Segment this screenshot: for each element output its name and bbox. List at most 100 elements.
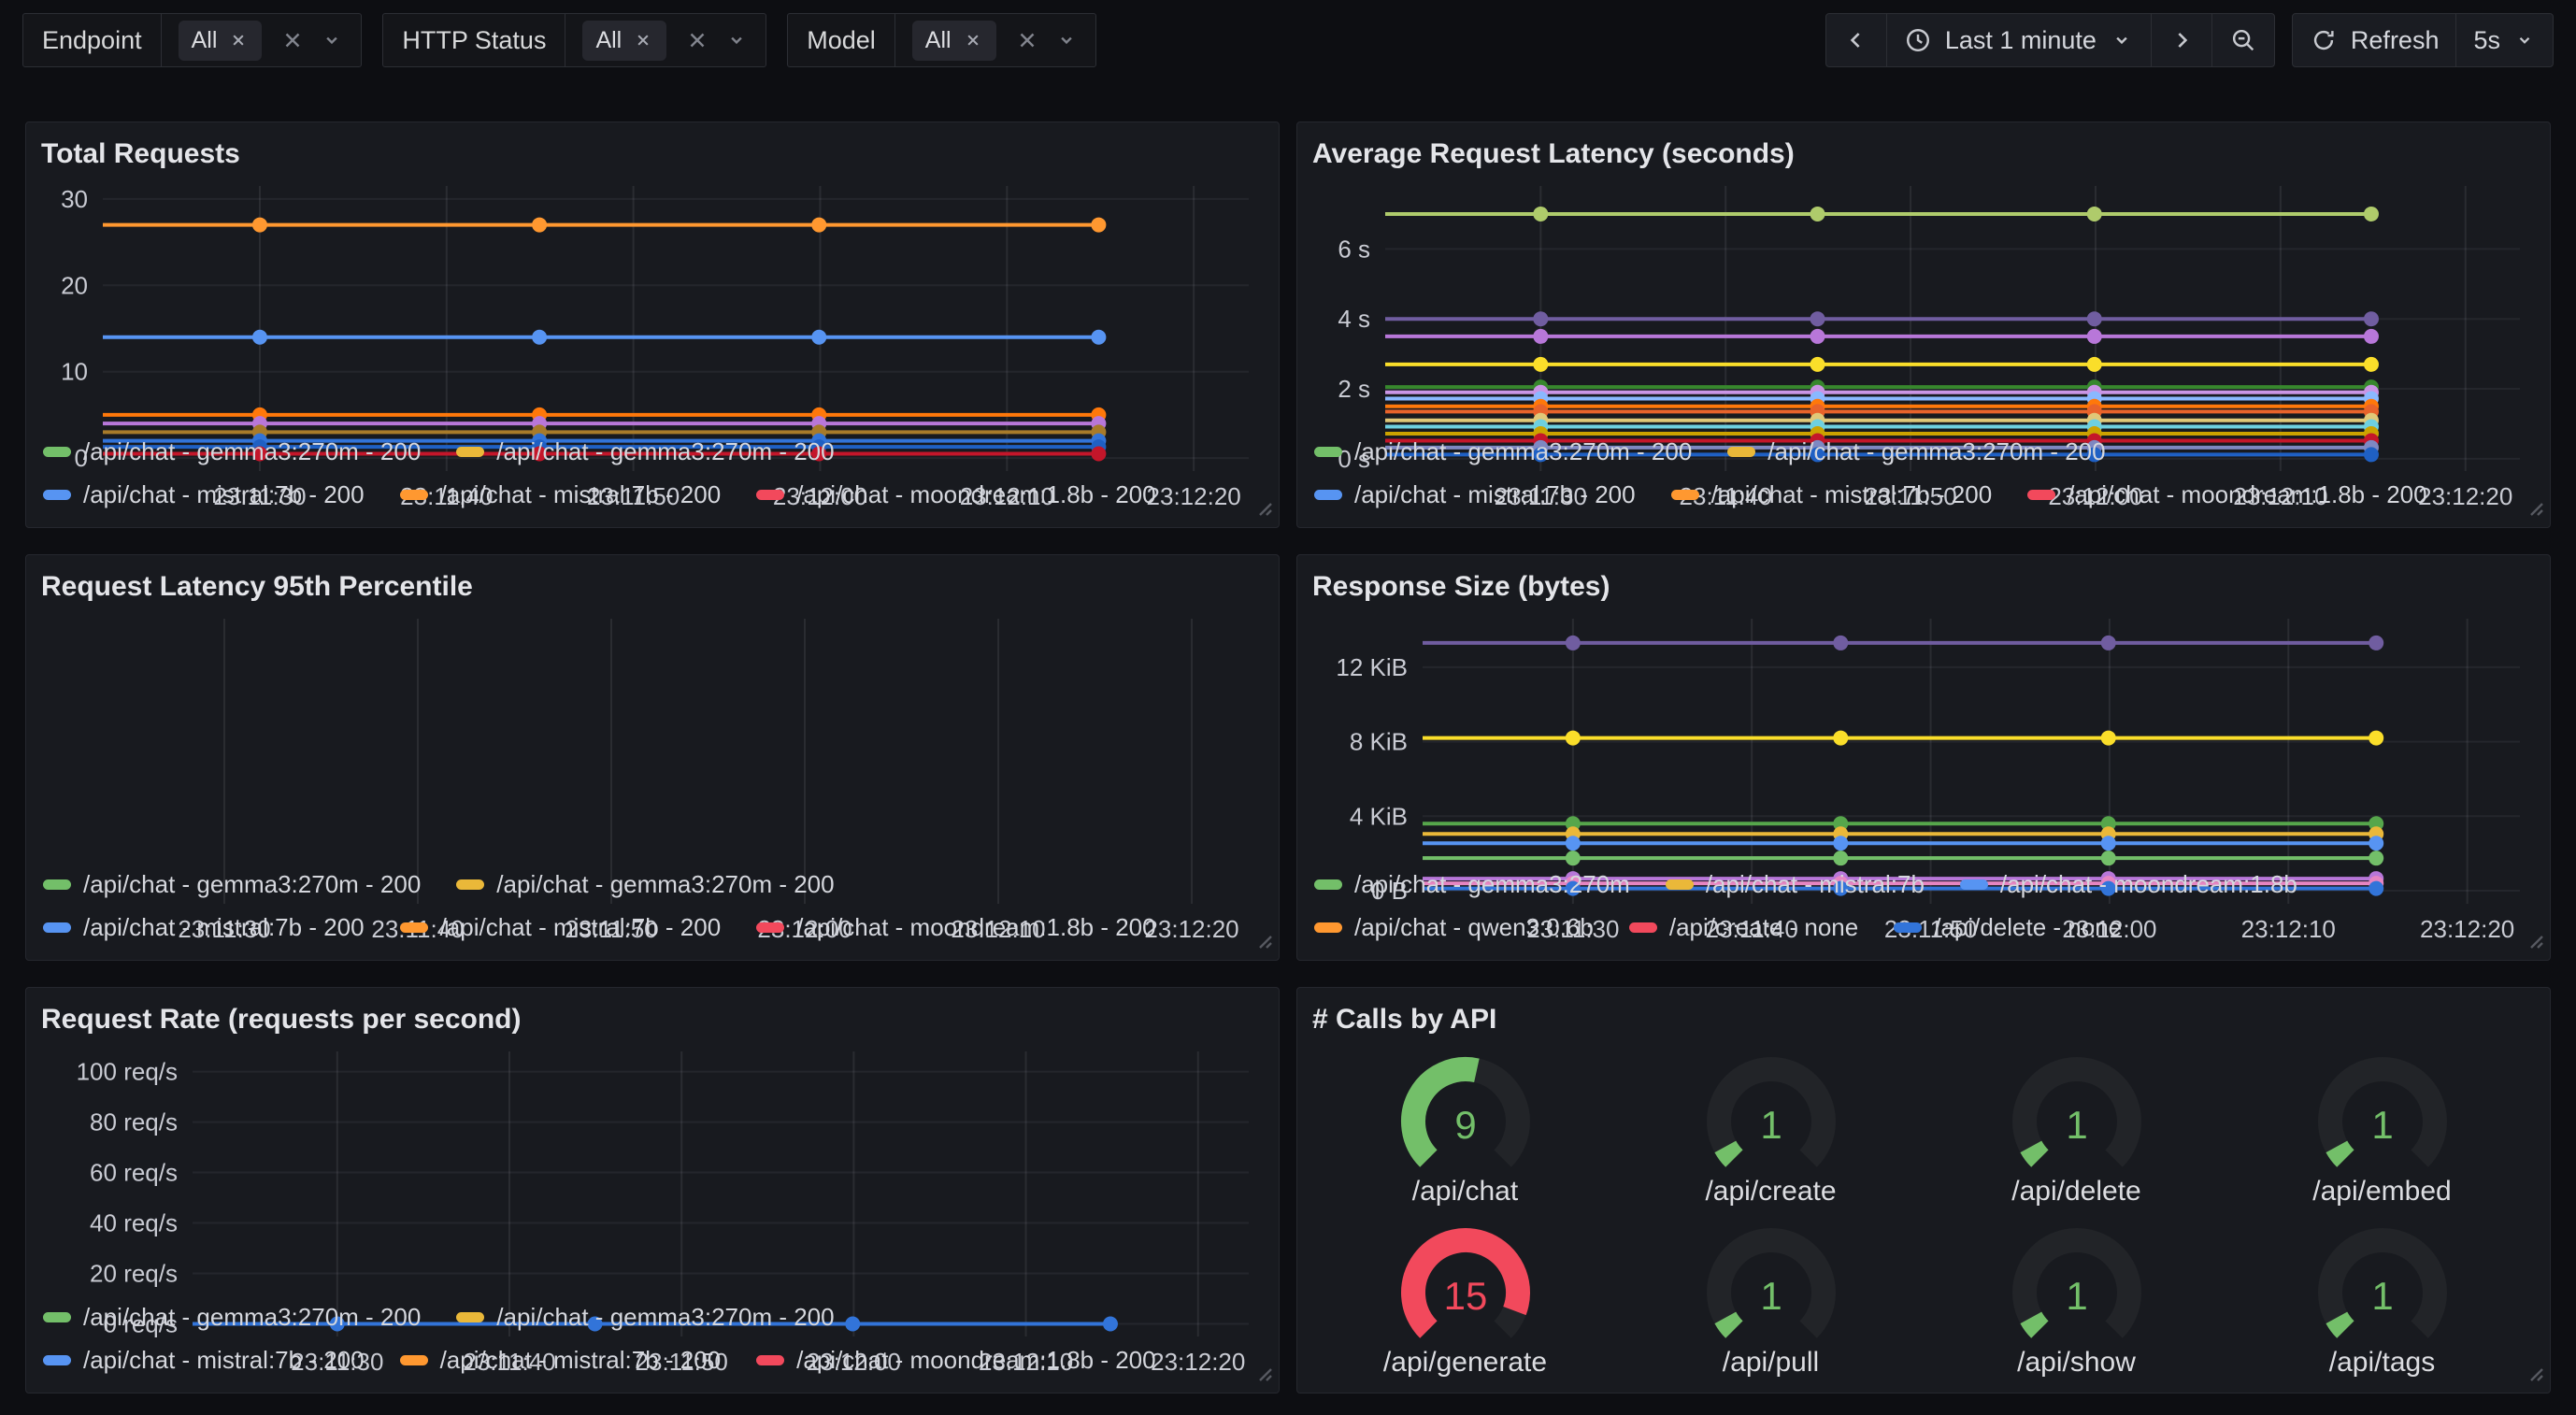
legend-item[interactable]: /api/chat - gemma3:270m - 200 <box>456 437 834 466</box>
legend-item[interactable]: /api/chat - mistral:7b - 200 <box>400 480 722 509</box>
legend-item[interactable]: /api/chat - mistral:7b <box>1666 870 1925 899</box>
legend-swatch <box>456 1312 484 1322</box>
legend-item[interactable]: /api/chat - moondream:1.8b - 200 <box>756 1346 1155 1375</box>
clear-selection-icon[interactable] <box>1015 28 1039 52</box>
gauge-value: 15 <box>1443 1274 1487 1318</box>
chevron-down-icon[interactable] <box>724 28 749 52</box>
average-latency-plot[interactable]: 23:11:3023:11:4023:11:5023:12:0023:12:10… <box>1312 175 2535 428</box>
legend-item[interactable]: /api/chat - moondream:1.8b <box>1960 870 2297 899</box>
clear-selection-icon[interactable] <box>280 28 305 52</box>
panel-resize-handle[interactable] <box>1253 497 1274 522</box>
legend-item[interactable]: /api/delete - none <box>1894 913 2122 942</box>
panel-title[interactable]: # Calls by API <box>1312 999 2535 1040</box>
legend-label: /api/chat - gemma3:270m - 200 <box>496 870 834 899</box>
time-range-picker-button[interactable]: Last 1 minute <box>1886 13 2152 67</box>
legend-item[interactable]: /api/chat - gemma3:270m - 200 <box>456 1303 834 1332</box>
total-requests-plot[interactable]: 23:11:3023:11:4023:11:5023:12:0023:12:10… <box>41 175 1264 428</box>
legend-swatch <box>1671 490 1699 500</box>
chip-remove-icon[interactable] <box>228 30 249 50</box>
panel-title[interactable]: Response Size (bytes) <box>1312 566 2535 607</box>
legend-item[interactable]: /api/create - none <box>1629 913 1858 942</box>
panel-resize-handle[interactable] <box>2525 1363 2545 1388</box>
legend-item[interactable]: /api/chat - mistral:7b - 200 <box>43 913 365 942</box>
svg-text:40 req/s: 40 req/s <box>90 1209 178 1237</box>
legend-swatch <box>1894 922 1922 933</box>
legend-label: /api/chat - mistral:7b <box>1706 870 1925 899</box>
legend-swatch <box>1314 879 1342 890</box>
filter-http-status-label: HTTP Status <box>383 14 565 66</box>
time-range-label: Last 1 minute <box>1945 26 2097 55</box>
legend-item[interactable]: /api/chat - mistral:7b - 200 <box>400 1346 722 1375</box>
latency-p95-plot[interactable]: 23:11:3023:11:4023:11:5023:12:0023:12:10… <box>41 607 1264 861</box>
clear-selection-icon[interactable] <box>685 28 709 52</box>
filter-endpoint-value[interactable]: All <box>161 14 362 66</box>
legend-swatch <box>43 1355 71 1365</box>
zoom-out-time-button[interactable] <box>2211 13 2275 67</box>
time-shift-back-button[interactable] <box>1825 13 1887 67</box>
panel-resize-handle[interactable] <box>2525 497 2545 522</box>
panel-resize-handle[interactable] <box>1253 930 1274 955</box>
chip-remove-icon[interactable] <box>963 30 983 50</box>
gauge-/api/pull: 1/api/pull <box>1618 1211 1924 1382</box>
filter-model-value[interactable]: All <box>894 14 1095 66</box>
response-size-plot[interactable]: 23:11:3023:11:4023:11:5023:12:0023:12:10… <box>1312 607 2535 861</box>
svg-text:80 req/s: 80 req/s <box>90 1108 178 1136</box>
time-shift-forward-button[interactable] <box>2151 13 2212 67</box>
filter-http-status-chip[interactable]: All <box>582 21 666 61</box>
legend-item[interactable]: /api/chat - mistral:7b - 200 <box>1314 480 1636 509</box>
refresh-icon <box>2310 26 2338 54</box>
legend-item[interactable]: /api/chat - mistral:7b - 200 <box>400 913 722 942</box>
legend-swatch <box>43 1312 71 1322</box>
legend-label: /api/chat - mistral:7b - 200 <box>440 913 722 942</box>
legend-item[interactable]: /api/chat - gemma3:270m - 200 <box>456 870 834 899</box>
filter-model-chip[interactable]: All <box>912 21 996 61</box>
legend-swatch <box>1666 879 1694 890</box>
legend-label: /api/chat - qwen3:0.6b <box>1354 913 1594 942</box>
legend-item[interactable]: /api/chat - qwen3:0.6b <box>1314 913 1594 942</box>
variable-filters: Endpoint All HTTP <box>22 13 1096 67</box>
svg-text:6 s: 6 s <box>1338 235 1370 263</box>
legend-label: /api/chat - gemma3:270m - 200 <box>83 1303 421 1332</box>
filter-http-status-value[interactable]: All <box>565 14 766 66</box>
legend-label: /api/create - none <box>1669 913 1858 942</box>
legend-item[interactable]: /api/chat - moondream:1.8b - 200 <box>756 913 1155 942</box>
legend-item[interactable]: /api/chat - gemma3:270m - 200 <box>1727 437 2105 466</box>
svg-text:8 KiB: 8 KiB <box>1350 728 1408 756</box>
legend-item[interactable]: /api/chat - gemma3:270m - 200 <box>43 1303 421 1332</box>
filter-endpoint-chip-text: All <box>192 27 218 54</box>
refresh-button[interactable]: Refresh <box>2292 13 2457 67</box>
legend-item[interactable]: /api/chat - moondream:1.8b - 200 <box>756 480 1155 509</box>
panel-title[interactable]: Average Request Latency (seconds) <box>1312 134 2535 175</box>
legend-label: /api/chat - gemma3:270m - 200 <box>1354 437 1692 466</box>
legend-swatch <box>400 1355 428 1365</box>
gauge-/api/generate: 15/api/generate <box>1312 1211 1618 1382</box>
request-rate-plot[interactable]: 23:11:3023:11:4023:11:5023:12:0023:12:10… <box>41 1040 1264 1294</box>
legend-item[interactable]: /api/chat - mistral:7b - 200 <box>1671 480 1993 509</box>
legend-item[interactable]: /api/chat - gemma3:270m <box>1314 870 1630 899</box>
legend-swatch <box>756 490 784 500</box>
legend-item[interactable]: /api/chat - gemma3:270m - 200 <box>43 437 421 466</box>
chip-remove-icon[interactable] <box>633 30 653 50</box>
chevron-down-icon[interactable] <box>1054 28 1079 52</box>
legend-item[interactable]: /api/chat - moondream:1.8b - 200 <box>2027 480 2426 509</box>
legend-item[interactable]: /api/chat - mistral:7b - 200 <box>43 480 365 509</box>
refresh-label: Refresh <box>2351 26 2440 55</box>
refresh-interval-button[interactable]: 5s <box>2455 13 2554 67</box>
filter-http-status: HTTP Status All <box>382 13 766 67</box>
legend-item[interactable]: /api/chat - gemma3:270m - 200 <box>1314 437 1692 466</box>
panel-resize-handle[interactable] <box>2525 930 2545 955</box>
response-size-legend: /api/chat - gemma3:270m/api/chat - mistr… <box>1312 861 2535 949</box>
panel-title[interactable]: Total Requests <box>41 134 1264 175</box>
panel-resize-handle[interactable] <box>1253 1363 1274 1388</box>
chevron-down-icon <box>2513 29 2536 51</box>
legend-label: /api/chat - moondream:1.8b - 200 <box>2068 480 2426 509</box>
gauge-/api/chat: 9/api/chat <box>1312 1040 1618 1211</box>
panel-title[interactable]: Request Latency 95th Percentile <box>41 566 1264 607</box>
gauge-/api/create: 1/api/create <box>1618 1040 1924 1211</box>
legend-swatch <box>1629 922 1657 933</box>
filter-endpoint-chip[interactable]: All <box>179 21 263 61</box>
panel-title[interactable]: Request Rate (requests per second) <box>41 999 1264 1040</box>
chevron-down-icon[interactable] <box>320 28 344 52</box>
legend-item[interactable]: /api/chat - gemma3:270m - 200 <box>43 870 421 899</box>
legend-item[interactable]: /api/chat - mistral:7b - 200 <box>43 1346 365 1375</box>
